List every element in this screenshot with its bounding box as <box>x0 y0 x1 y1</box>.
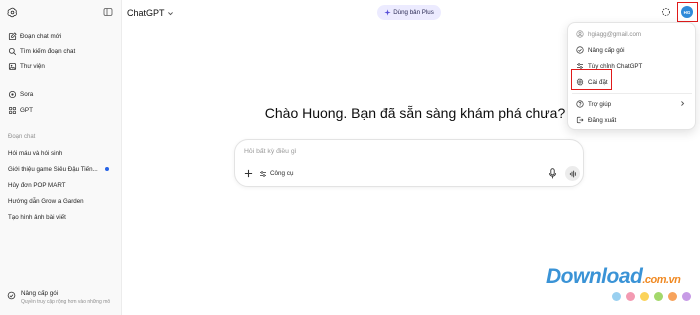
new-chat-button[interactable]: Đoạn chat mới <box>4 29 118 43</box>
profile-button-highlight[interactable]: HG <box>677 2 698 22</box>
chat-item-label: Hủy đơn POP MART <box>8 181 66 189</box>
upgrade-icon <box>7 291 16 300</box>
sidebar-toggle-icon[interactable] <box>103 7 113 17</box>
search-chats-button[interactable]: Tìm kiếm đoạn chat <box>4 44 118 58</box>
upgrade-title: Nâng cấp gói <box>21 290 59 297</box>
search-icon <box>8 47 17 56</box>
library-icon <box>8 62 17 71</box>
greeting-heading: Chào Huong. Bạn đã sẵn sàng khám phá chư… <box>264 105 566 121</box>
chat-item[interactable]: Hủy đơn POP MART <box>4 178 118 192</box>
account-email: hgiagg@gmail.com <box>572 27 692 41</box>
temporary-chat-icon[interactable] <box>661 7 671 17</box>
chat-item-label: Tạo hình ảnh bài viết <box>8 213 66 221</box>
library-label: Thư viện <box>20 62 45 70</box>
watermark-dot <box>682 292 691 301</box>
upgrade-icon <box>576 46 584 54</box>
chat-item[interactable]: Hói máu và hói sinh <box>4 146 118 160</box>
chat-item[interactable]: Tạo hình ảnh bài viết <box>4 210 118 224</box>
watermark-dot <box>654 292 663 301</box>
chat-item[interactable]: Giới thiệu game Siêu Đậu Tiến... <box>4 162 118 176</box>
sora-label: Sora <box>20 90 34 98</box>
account-menu: hgiagg@gmail.com Nâng cấp gói Tùy chỉnh … <box>567 22 696 130</box>
search-chats-label: Tìm kiếm đoạn chat <box>20 47 76 55</box>
help-icon <box>576 100 584 108</box>
chat-item[interactable]: Hướng dẫn Grow a Garden <box>4 194 118 208</box>
email-text: hgiagg@gmail.com <box>588 30 642 38</box>
watermark-dot <box>668 292 677 301</box>
settings-highlight-box <box>571 69 612 90</box>
watermark-dot <box>626 292 635 301</box>
menu-upgrade-label: Nâng cấp gói <box>588 46 625 54</box>
upgrade-plan-button[interactable]: Nâng cấp gói Quyền truy cập rộng hơn vào… <box>4 287 120 311</box>
watermark: Download.com.vn <box>546 265 696 307</box>
get-plus-label: Dùng bản Plus <box>393 9 434 16</box>
gpt-label: GPT <box>20 106 33 114</box>
menu-logout-label: Đăng xuất <box>588 116 617 124</box>
prompt-input[interactable]: Hỏi bất kỳ điều gì <box>244 148 297 155</box>
menu-upgrade-plan[interactable]: Nâng cấp gói <box>572 43 692 57</box>
watermark-logo: Download.com.vn <box>546 265 681 288</box>
waveform-icon <box>569 170 577 178</box>
user-icon <box>576 30 584 38</box>
chevron-right-icon <box>679 100 686 107</box>
model-name: ChatGPT <box>127 8 165 18</box>
library-button[interactable]: Thư viện <box>4 59 118 73</box>
avatar[interactable]: HG <box>681 6 693 18</box>
menu-help-label: Trợ giúp <box>588 100 612 108</box>
tools-button[interactable]: Công cụ <box>259 167 293 180</box>
menu-divider <box>572 93 692 94</box>
chevron-down-icon <box>167 10 174 17</box>
plus-icon[interactable] <box>244 169 253 178</box>
watermark-dot <box>640 292 649 301</box>
chat-item-label: Hướng dẫn Grow a Garden <box>8 197 84 205</box>
microphone-icon[interactable] <box>548 168 557 179</box>
openai-logo-icon[interactable] <box>7 7 18 18</box>
chats-section-label: Đoạn chat <box>8 134 36 140</box>
watermark-dots <box>612 292 696 301</box>
model-selector[interactable]: ChatGPT <box>127 6 174 20</box>
chat-item-label: Hói máu và hói sinh <box>8 149 63 157</box>
new-chat-icon <box>8 31 17 41</box>
voice-mode-button[interactable] <box>565 166 580 181</box>
sparkle-icon <box>384 9 391 16</box>
composer[interactable]: Hỏi bất kỳ điều gì Công cụ <box>234 139 584 187</box>
gpt-button[interactable]: GPT <box>4 103 118 117</box>
sidebar: Đoạn chat mới Tìm kiếm đoạn chat Thư việ… <box>0 0 122 315</box>
sora-button[interactable]: Sora <box>4 87 118 101</box>
upgrade-subtitle: Quyền truy cập rộng hơn vào những mô <box>21 299 111 305</box>
logout-icon <box>576 116 584 124</box>
gpt-icon <box>8 106 17 115</box>
menu-logout[interactable]: Đăng xuất <box>572 113 692 127</box>
watermark-dot <box>612 292 621 301</box>
new-chat-label: Đoạn chat mới <box>20 32 62 40</box>
chat-item-label: Giới thiệu game Siêu Đậu Tiến... <box>8 165 98 173</box>
sidebar-header <box>0 0 122 26</box>
tools-label: Công cụ <box>270 170 294 177</box>
tools-icon <box>259 170 267 178</box>
menu-help[interactable]: Trợ giúp <box>572 97 692 111</box>
sora-icon <box>8 90 17 99</box>
get-plus-button[interactable]: Dùng bản Plus <box>377 5 441 20</box>
unread-dot <box>105 167 109 171</box>
